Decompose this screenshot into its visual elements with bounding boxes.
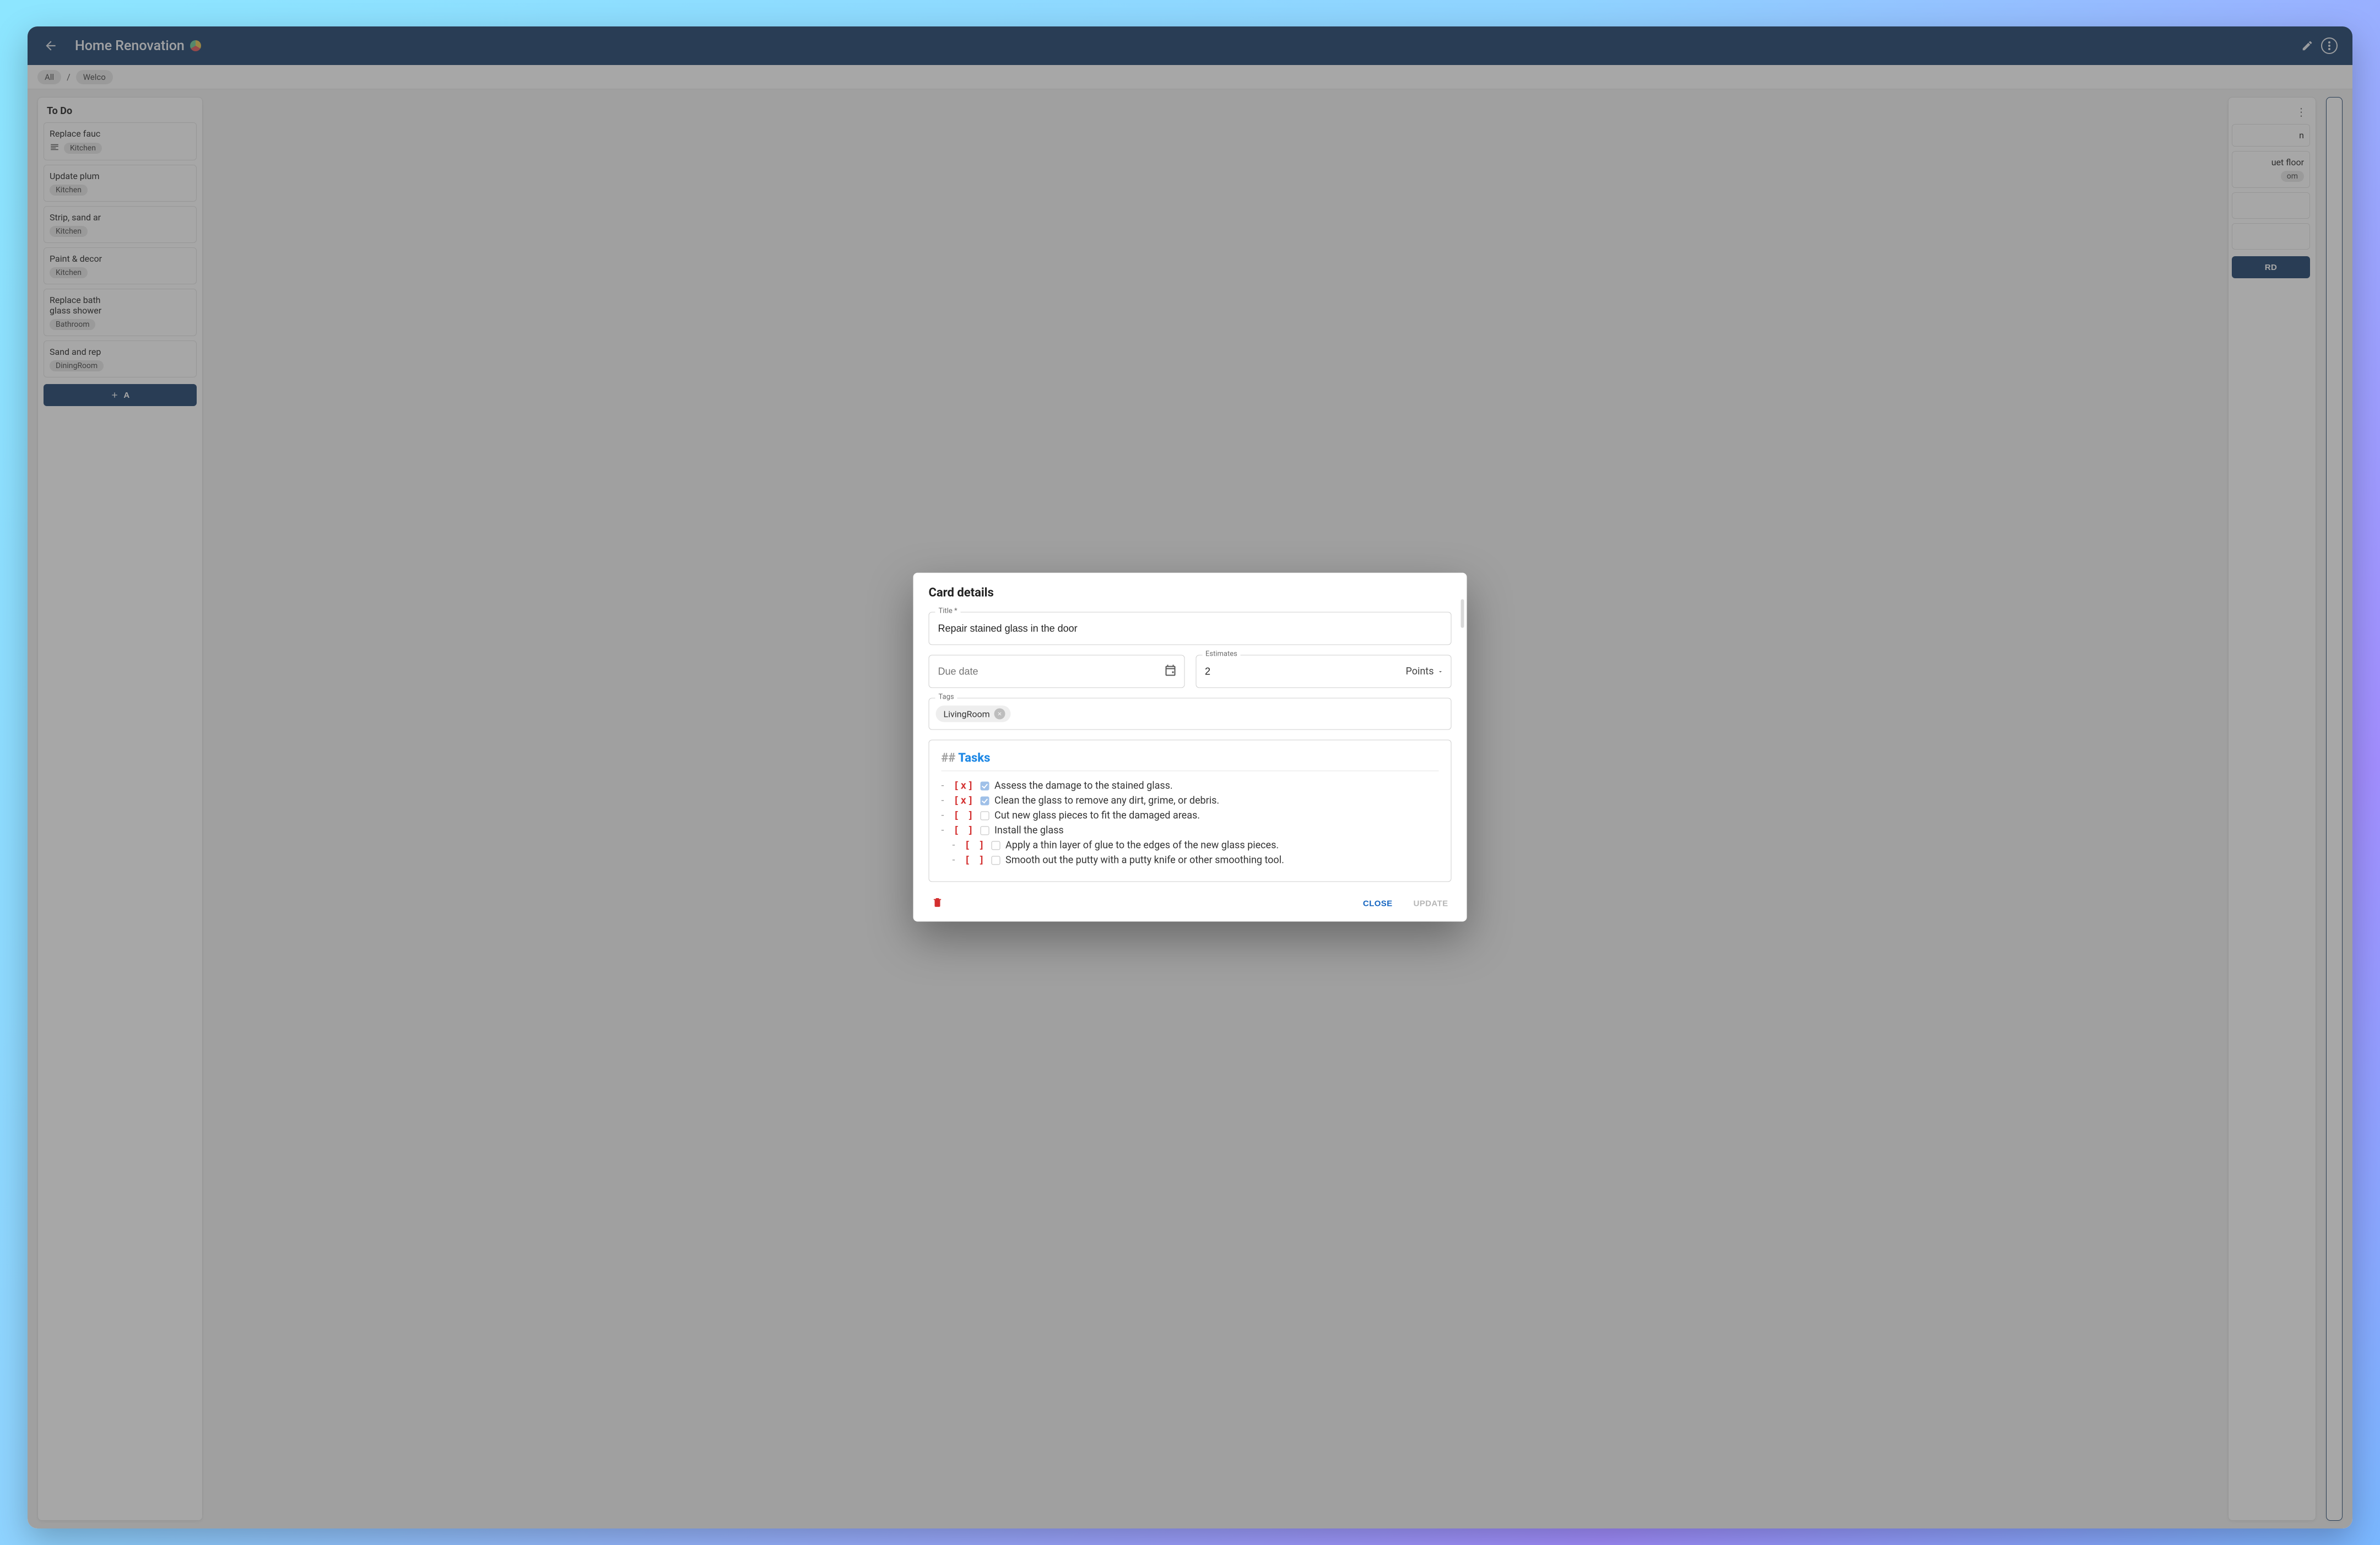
title-label: Title * — [935, 607, 961, 615]
task-bracket: [ ] — [965, 840, 986, 851]
task-bracket: [ ] — [965, 855, 986, 866]
task-line: -[ ] Cut new glass pieces to fit the dama… — [942, 810, 1439, 822]
editor-heading: ## Tasks — [942, 752, 1439, 765]
trash-icon — [932, 896, 943, 909]
task-bracket: [x] — [954, 780, 975, 792]
app-frame: Home Renovation All / Welco To Do Replac… — [28, 26, 2352, 1528]
description-editor[interactable]: ## Tasks -[x]Assess the damage to the st… — [929, 740, 1452, 882]
task-checkbox[interactable] — [980, 782, 989, 791]
task-line: -[ ] Apply a thin layer of glue to the ed… — [953, 840, 1439, 851]
tag-remove-button[interactable] — [994, 709, 1005, 720]
task-text: Cut new glass pieces to fit the damaged … — [994, 810, 1438, 822]
task-text: Assess the damage to the stained glass. — [994, 780, 1438, 792]
task-bracket: [ ] — [954, 810, 975, 822]
task-checkbox[interactable] — [980, 797, 989, 806]
estimates-label: Estimates — [1202, 650, 1241, 658]
close-icon — [997, 711, 1003, 717]
task-checkbox[interactable] — [980, 826, 989, 835]
due-date-input[interactable] — [929, 655, 1185, 688]
delete-card-button[interactable] — [929, 893, 946, 914]
update-button[interactable]: UPDATE — [1410, 894, 1452, 912]
task-dash: - — [942, 795, 948, 807]
task-line: -[x] Assess the damage to the stained gla… — [942, 780, 1439, 792]
task-bracket: [x] — [954, 795, 975, 807]
chevron-down-icon — [1437, 668, 1444, 675]
estimates-unit-select[interactable]: Points — [1405, 666, 1443, 677]
task-line: -[x] Clean the glass to remove any dirt, … — [942, 795, 1439, 807]
task-text: Clean the glass to remove any dirt, grim… — [994, 795, 1438, 807]
task-line: -[ ] Install the glass — [942, 825, 1439, 836]
calendar-icon[interactable] — [1164, 664, 1177, 679]
task-dash: - — [942, 810, 948, 822]
due-date-field — [929, 655, 1185, 688]
tag-chip-label: LivingRoom — [944, 709, 990, 719]
task-dash: - — [942, 825, 948, 836]
task-dash: - — [942, 780, 948, 792]
tags-field: Tags LivingRoom — [929, 698, 1452, 730]
editor-heading-hash: ## — [942, 752, 956, 765]
task-text: Smooth out the putty with a putty knife … — [1005, 855, 1438, 866]
task-checkbox[interactable] — [991, 841, 1000, 850]
dialog-actions: CLOSE UPDATE — [929, 888, 1452, 914]
task-text: Apply a thin layer of glue to the edges … — [1005, 840, 1438, 851]
task-checkbox[interactable] — [991, 856, 1000, 865]
title-field: Title * — [929, 612, 1452, 645]
card-details-dialog: Card details Title * Estimates Points — [913, 573, 1467, 922]
estimates-unit-label: Points — [1405, 666, 1434, 677]
dialog-heading: Card details — [929, 586, 1452, 600]
tags-label: Tags — [935, 693, 958, 701]
title-input[interactable] — [929, 612, 1452, 645]
task-text: Install the glass — [994, 825, 1438, 836]
task-checkbox[interactable] — [980, 812, 989, 820]
task-dash: - — [953, 840, 959, 851]
close-button[interactable]: CLOSE — [1360, 894, 1396, 912]
estimates-field: Estimates Points — [1196, 655, 1452, 688]
task-dash: - — [953, 855, 959, 866]
tags-input[interactable]: LivingRoom — [929, 698, 1452, 730]
editor-heading-title: Tasks — [958, 752, 990, 765]
task-bracket: [ ] — [954, 825, 975, 836]
tag-chip: LivingRoom — [936, 706, 1011, 722]
task-line: -[ ] Smooth out the putty with a putty kn… — [953, 855, 1439, 866]
